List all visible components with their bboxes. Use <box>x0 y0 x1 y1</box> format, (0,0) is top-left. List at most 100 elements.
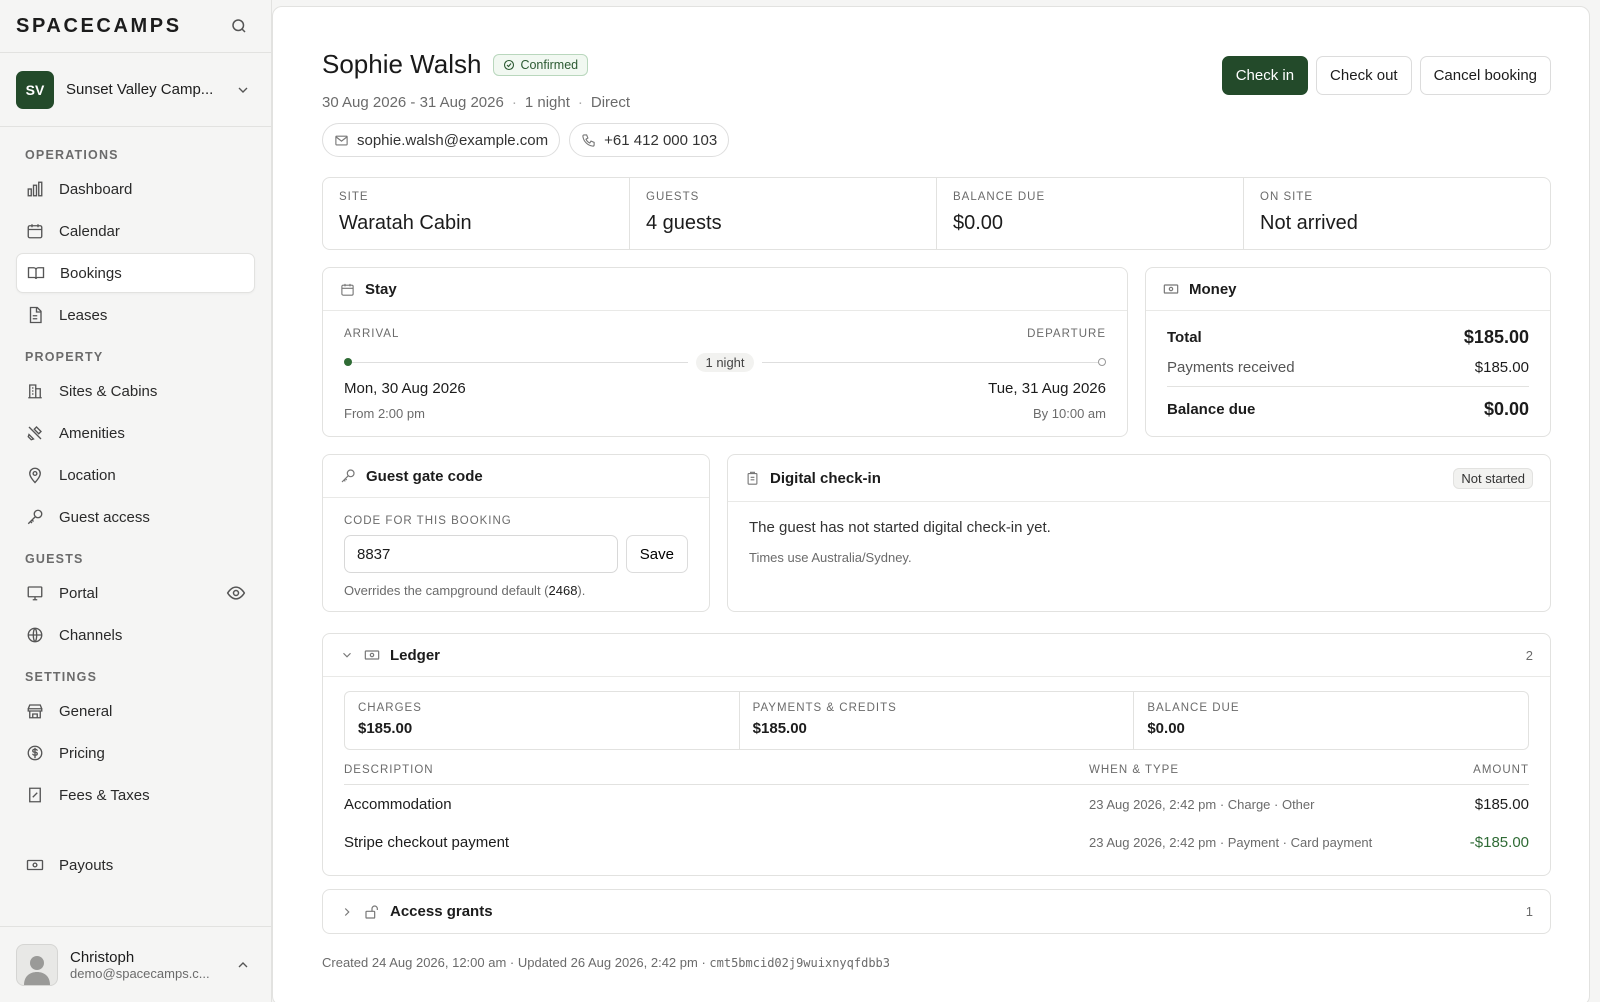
main: Sophie Walsh Confirmed 30 Aug 2026 - 31 … <box>272 0 1600 1002</box>
stat-on-site: ON SITE Not arrived <box>1244 178 1550 249</box>
cancel-booking-button[interactable]: Cancel booking <box>1419 56 1551 95</box>
sidebar-item-bookings[interactable]: Bookings <box>16 253 255 293</box>
sidebar-item-calendar[interactable]: Calendar <box>16 211 255 251</box>
phone-chip[interactable]: +61 412 000 103 <box>569 123 730 157</box>
ledger-card-header[interactable]: Ledger 2 <box>323 634 1550 677</box>
timeline-line <box>352 361 689 363</box>
user-menu[interactable]: Christoph demo@spacecamps.c... <box>0 926 271 1002</box>
sidebar-item-label: Calendar <box>59 222 120 240</box>
chevron-down-icon[interactable] <box>340 648 354 662</box>
departure-dot <box>1098 358 1107 366</box>
gate-code-card: Guest gate code CODE FOR THIS BOOKING Sa… <box>322 454 710 612</box>
stat-label: BALANCE DUE <box>953 191 1046 203</box>
stay-card-body: ARRIVAL DEPARTURE 1 night Mon, 30 Aug 20… <box>323 311 1127 421</box>
sidebar-item-label: General <box>59 702 113 720</box>
guest-email: sophie.walsh@example.com <box>357 131 549 149</box>
calendar-icon <box>25 221 45 241</box>
sidebar-item-label: Dashboard <box>59 180 133 198</box>
booking-footer: Created 24 Aug 2026, 12:00 am · Updated … <box>322 955 1551 970</box>
banknote-icon <box>364 647 380 663</box>
sidebar-item-payouts[interactable]: Payouts <box>16 845 255 885</box>
app: SPACECAMPS SV Sunset Valley Camp... OPER… <box>0 0 1600 1002</box>
stat-site: SITE Waratah Cabin <box>323 178 630 249</box>
sidebar-item-general[interactable]: General <box>16 691 255 731</box>
column-header-description: DESCRIPTION <box>344 764 434 776</box>
booking-subline: 30 Aug 2026 - 31 Aug 2026 · 1 night · Di… <box>322 94 729 111</box>
money-received-value: $185.00 <box>1474 359 1529 376</box>
nights-pill: 1 night <box>696 352 754 372</box>
stay-money-row: Stay ARRIVAL DEPARTURE 1 night Mon, 30 A… <box>322 267 1551 437</box>
access-grants-header[interactable]: Access grants 1 <box>323 890 1550 933</box>
departure-block: Tue, 31 Aug 2026 By 10:00 am <box>988 380 1106 421</box>
clipboard-icon <box>745 471 760 486</box>
check-out-button[interactable]: Check out <box>1316 56 1412 95</box>
sidebar-item-portal[interactable]: Portal <box>16 573 255 613</box>
gate-note-suffix: ). <box>577 583 586 598</box>
money-due-row: Balance due $0.00 <box>1167 399 1529 420</box>
campground-name: Sunset Valley Camp... <box>66 81 214 98</box>
sidebar-item-fees-taxes[interactable]: Fees & Taxes <box>16 775 255 815</box>
chevron-right-icon[interactable] <box>340 905 354 919</box>
sidebar-item-leases[interactable]: Leases <box>16 295 255 335</box>
money-received-label: Payments received <box>1167 359 1295 376</box>
ledger-count: 2 <box>1525 647 1533 663</box>
save-button[interactable]: Save <box>625 535 688 573</box>
key-icon <box>25 507 45 527</box>
search-icon[interactable] <box>227 14 251 38</box>
tools-icon <box>25 423 45 443</box>
email-chip[interactable]: sophie.walsh@example.com <box>322 123 561 157</box>
stay-card-title: Stay <box>365 280 397 298</box>
departure-date: Tue, 31 Aug 2026 <box>988 380 1106 397</box>
gate-card-body: CODE FOR THIS BOOKING Save Overrides the… <box>323 498 709 598</box>
sidebar: SPACECAMPS SV Sunset Valley Camp... OPER… <box>0 0 272 1002</box>
user-email: demo@spacecamps.c... <box>70 965 210 981</box>
sidebar-item-location[interactable]: Location <box>16 455 255 495</box>
eye-icon[interactable] <box>226 583 246 603</box>
booking-dates: 30 Aug 2026 - 31 Aug 2026 <box>322 94 504 111</box>
gate-input-row: Save <box>344 535 688 573</box>
ledger-row-description: Stripe checkout payment <box>344 833 510 851</box>
gate-default-code: 2468 <box>548 583 578 598</box>
table-row[interactable]: Stripe checkout payment 23 Aug 2026, 2:4… <box>344 823 1529 861</box>
sidebar-item-label: Amenities <box>59 424 125 442</box>
sidebar-item-pricing[interactable]: Pricing <box>16 733 255 773</box>
timeline-line <box>761 361 1099 363</box>
sidebar-item-dashboard[interactable]: Dashboard <box>16 169 255 209</box>
gate-digital-row: Guest gate code CODE FOR THIS BOOKING Sa… <box>322 454 1551 612</box>
ledger-charges: CHARGES $185.00 <box>345 692 740 749</box>
table-row[interactable]: Accommodation 23 Aug 2026, 2:42 pm · Cha… <box>344 785 1529 823</box>
ledger-due: BALANCE DUE $0.00 <box>1134 692 1528 749</box>
separator: · <box>577 94 583 111</box>
nav-section-property: PROPERTY <box>25 350 104 364</box>
sidebar-item-label: Sites & Cabins <box>59 382 158 400</box>
stat-value: Waratah Cabin <box>339 212 472 234</box>
chevron-up-icon[interactable] <box>231 953 255 977</box>
sidebar-item-label: Channels <box>59 626 123 644</box>
sidebar-item-label: Portal <box>59 584 99 602</box>
sidebar-item-channels[interactable]: Channels <box>16 615 255 655</box>
gate-code-input[interactable] <box>344 535 618 573</box>
mail-icon <box>335 135 348 145</box>
stay-labels: ARRIVAL DEPARTURE <box>344 328 1106 340</box>
sidebar-item-sites-cabins[interactable]: Sites & Cabins <box>16 371 255 411</box>
page-title: Sophie Walsh <box>322 49 482 79</box>
booking-source: Direct <box>590 94 631 111</box>
access-grants-count: 1 <box>1525 904 1533 919</box>
campground-switcher[interactable]: SV Sunset Valley Camp... <box>0 53 271 127</box>
check-in-button[interactable]: Check in <box>1221 56 1309 95</box>
money-due-value: $0.00 <box>1483 399 1529 419</box>
arrival-date: Mon, 30 Aug 2026 <box>344 380 466 397</box>
sidebar-item-guest-access[interactable]: Guest access <box>16 497 255 537</box>
digital-timezone: Times use Australia/Sydney. <box>749 550 912 565</box>
ledger-row-amount: $185.00 <box>1474 795 1529 813</box>
sidebar-item-label: Location <box>59 466 116 484</box>
ledger-payments-value: $185.00 <box>752 720 807 737</box>
guest-phone: +61 412 000 103 <box>604 131 718 149</box>
brand-logo[interactable]: SPACECAMPS <box>16 15 182 38</box>
sidebar-nav: OPERATIONS Dashboard Calendar Bookings L… <box>0 127 271 926</box>
ledger-body: CHARGES $185.00 PAYMENTS & CREDITS $185.… <box>323 677 1550 861</box>
sidebar-item-amenities[interactable]: Amenities <box>16 413 255 453</box>
gate-card-title: Guest gate code <box>366 467 483 485</box>
arrival-label: ARRIVAL <box>344 328 400 340</box>
ledger-due-label: BALANCE DUE <box>1147 702 1240 714</box>
